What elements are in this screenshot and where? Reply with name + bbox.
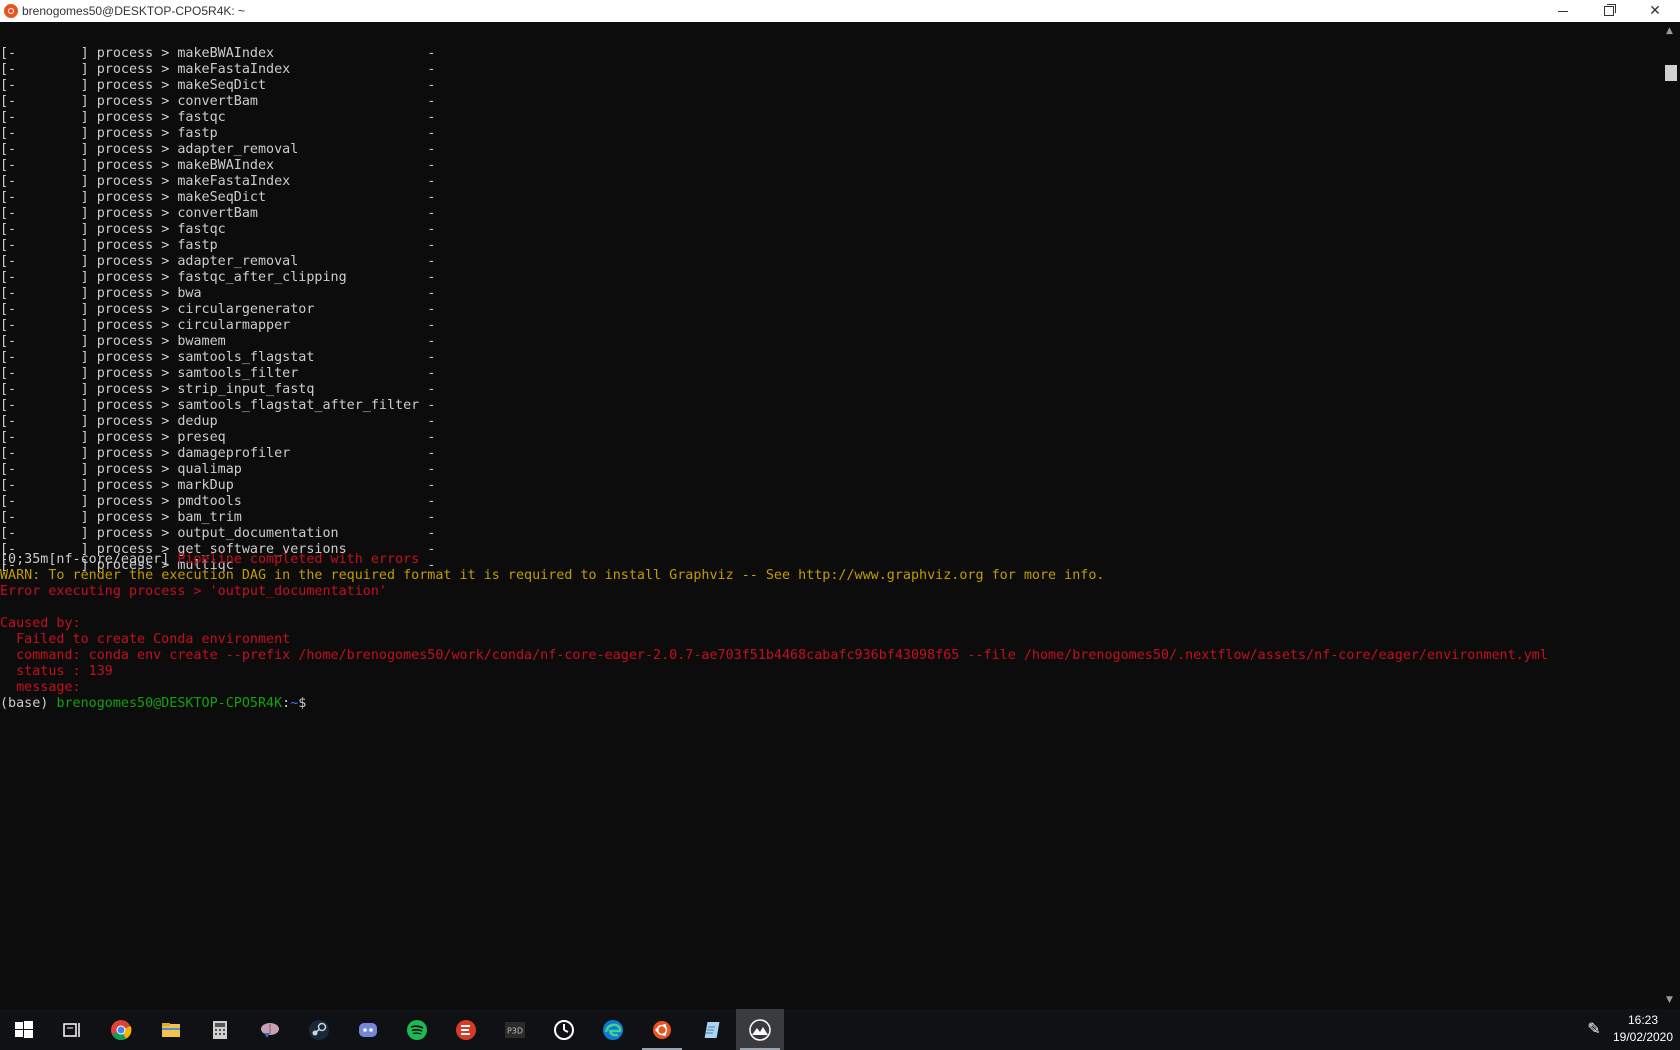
- steam-button[interactable]: [295, 1009, 343, 1050]
- process-line: [- ] process > preseq -: [0, 430, 436, 445]
- clock-date: 19/02/2020: [1612, 1030, 1674, 1044]
- ubuntu-icon: [653, 1020, 671, 1039]
- process-line: [- ] process > fastqc -: [0, 222, 436, 237]
- chrome-button[interactable]: [97, 1009, 145, 1050]
- p3d-button[interactable]: P3D: [491, 1009, 539, 1050]
- terminal-wsl-icon: [749, 1018, 771, 1041]
- message-line: message:: [0, 680, 81, 695]
- svg-text:P3D: P3D: [507, 1026, 523, 1035]
- spotify-button[interactable]: [393, 1009, 441, 1050]
- process-line: [- ] process > fastp -: [0, 238, 436, 253]
- task-view-icon: [63, 1022, 80, 1037]
- process-line: [- ] process > makeSeqDict -: [0, 190, 436, 205]
- failed-conda-line: Failed to create Conda environment: [0, 632, 291, 647]
- ubuntu-button[interactable]: [638, 1009, 686, 1050]
- steam-icon: [309, 1019, 329, 1040]
- notepad-button[interactable]: [687, 1009, 735, 1050]
- scroll-down-icon[interactable]: ▼: [1666, 995, 1673, 1005]
- pipeline-status-line: [0;35m[nf-core/eager] Pipeline completed…: [0, 552, 419, 568]
- process-line: [- ] process > samtools_filter -: [0, 366, 436, 381]
- shell-prompt[interactable]: (base) brenogomes50@DESKTOP-CPO5R4K:~$: [0, 696, 306, 712]
- spotify-icon: [407, 1019, 427, 1040]
- warn-line: WARN: To render the execution DAG in the…: [0, 568, 1105, 583]
- process-line: [- ] process > damageprofiler -: [0, 446, 436, 461]
- edge-icon: [603, 1019, 623, 1040]
- terminal-output[interactable]: [- ] process > makeBWAIndex - [- ] proces…: [0, 22, 1662, 1009]
- process-line: [- ] process > strip_input_fastq -: [0, 382, 436, 397]
- process-line: [- ] process > makeBWAIndex -: [0, 46, 436, 61]
- notepad-icon: [704, 1021, 720, 1038]
- start-button[interactable]: [0, 1009, 48, 1050]
- process-line: [- ] process > makeSeqDict -: [0, 78, 436, 93]
- scroll-up-icon[interactable]: ▲: [1666, 26, 1673, 36]
- process-line: [- ] process > dedup -: [0, 414, 436, 429]
- calculator-button[interactable]: [196, 1009, 244, 1050]
- process-line: [- ] process > markDup -: [0, 478, 436, 493]
- process-line: [- ] process > adapter_removal -: [0, 142, 436, 157]
- clock-time: 16:23: [1627, 1013, 1659, 1027]
- window-title: brenogomes50@DESKTOP-CPO5R4K: ~: [22, 4, 246, 18]
- rocket-app-icon: [456, 1019, 476, 1040]
- process-line: [- ] process > adapter_removal -: [0, 254, 436, 269]
- terminal-scrollbar[interactable]: ▲ ▼: [1662, 22, 1680, 1009]
- system-clock[interactable]: 16:23 19/02/2020: [1606, 1009, 1680, 1050]
- clock-app-button[interactable]: [540, 1009, 588, 1050]
- close-icon: ✕: [1649, 3, 1661, 19]
- process-line: [- ] process > samtools_flagstat -: [0, 350, 436, 365]
- process-line: [- ] process > fastp -: [0, 126, 436, 141]
- process-line: [- ] process > convertBam -: [0, 206, 436, 221]
- process-line: [- ] process > bwa -: [0, 286, 436, 301]
- file-explorer-button[interactable]: [147, 1009, 195, 1050]
- process-line: [- ] process > pmdtools -: [0, 494, 436, 509]
- pipeline-tag: [0;35m[nf-core/eager]: [0, 552, 178, 567]
- restore-button[interactable]: [1586, 0, 1632, 22]
- file-explorer-icon: [162, 1022, 180, 1037]
- clock-app-icon: [554, 1019, 574, 1040]
- caused-by-line: Caused by:: [0, 616, 81, 631]
- process-line: [- ] process > circularmapper -: [0, 318, 436, 333]
- process-line: [- ] process > makeFastaIndex -: [0, 174, 436, 189]
- wsl-terminal-button[interactable]: [736, 1009, 784, 1050]
- p3d-icon: P3D: [505, 1021, 525, 1038]
- taskbar: P3D ✎ 16:23 19/02/2020: [0, 1009, 1680, 1050]
- process-line: [- ] process > qualimap -: [0, 462, 436, 477]
- status-line: status : 139: [0, 664, 113, 679]
- pipeline-error-text: Pipeline completed with errors: [177, 552, 420, 567]
- process-line: [- ] process > circulargenerator -: [0, 302, 436, 317]
- minimize-button[interactable]: [1540, 0, 1586, 22]
- rocket-app-button[interactable]: [442, 1009, 490, 1050]
- process-line: [- ] process > bwamem -: [0, 334, 436, 349]
- process-line: [- ] process > convertBam -: [0, 94, 436, 109]
- brain-app-button[interactable]: [246, 1009, 294, 1050]
- process-line: [- ] process > fastqc_after_clipping -: [0, 270, 436, 285]
- prompt-symbol: $: [298, 696, 307, 711]
- task-view-button[interactable]: [48, 1009, 96, 1050]
- window-titlebar[interactable]: brenogomes50@DESKTOP-CPO5R4K: ~ ✕: [0, 0, 1680, 22]
- process-line: [- ] process > fastqc -: [0, 110, 436, 125]
- discord-button[interactable]: [344, 1009, 392, 1050]
- edge-button[interactable]: [589, 1009, 637, 1050]
- process-line: [- ] process > makeFastaIndex -: [0, 62, 436, 77]
- error-line: Error executing process > 'output_docume…: [0, 584, 387, 599]
- close-button[interactable]: ✕: [1632, 0, 1678, 22]
- chrome-icon: [111, 1019, 132, 1040]
- discord-icon: [359, 1022, 377, 1037]
- pen-menu-icon[interactable]: ✎: [1584, 1019, 1604, 1039]
- command-line: command: conda env create --prefix /home…: [0, 648, 1548, 663]
- minimize-icon: [1558, 10, 1568, 12]
- scroll-thumb[interactable]: [1665, 65, 1677, 81]
- prompt-userhost: brenogomes50@DESKTOP-CPO5R4K: [56, 696, 283, 711]
- process-line: [- ] process > makeBWAIndex -: [0, 158, 436, 173]
- process-line: [- ] process > output_documentation -: [0, 526, 436, 541]
- calculator-icon: [213, 1020, 227, 1039]
- prompt-env: (base): [0, 696, 57, 711]
- restore-icon: [1604, 4, 1616, 16]
- start-windows-icon: [15, 1020, 33, 1038]
- process-line: [- ] process > bam_trim -: [0, 510, 436, 525]
- brain-app-icon: [261, 1022, 279, 1038]
- ubuntu-app-icon: [4, 4, 18, 18]
- process-line: [- ] process > samtools_flagstat_after_f…: [0, 398, 436, 413]
